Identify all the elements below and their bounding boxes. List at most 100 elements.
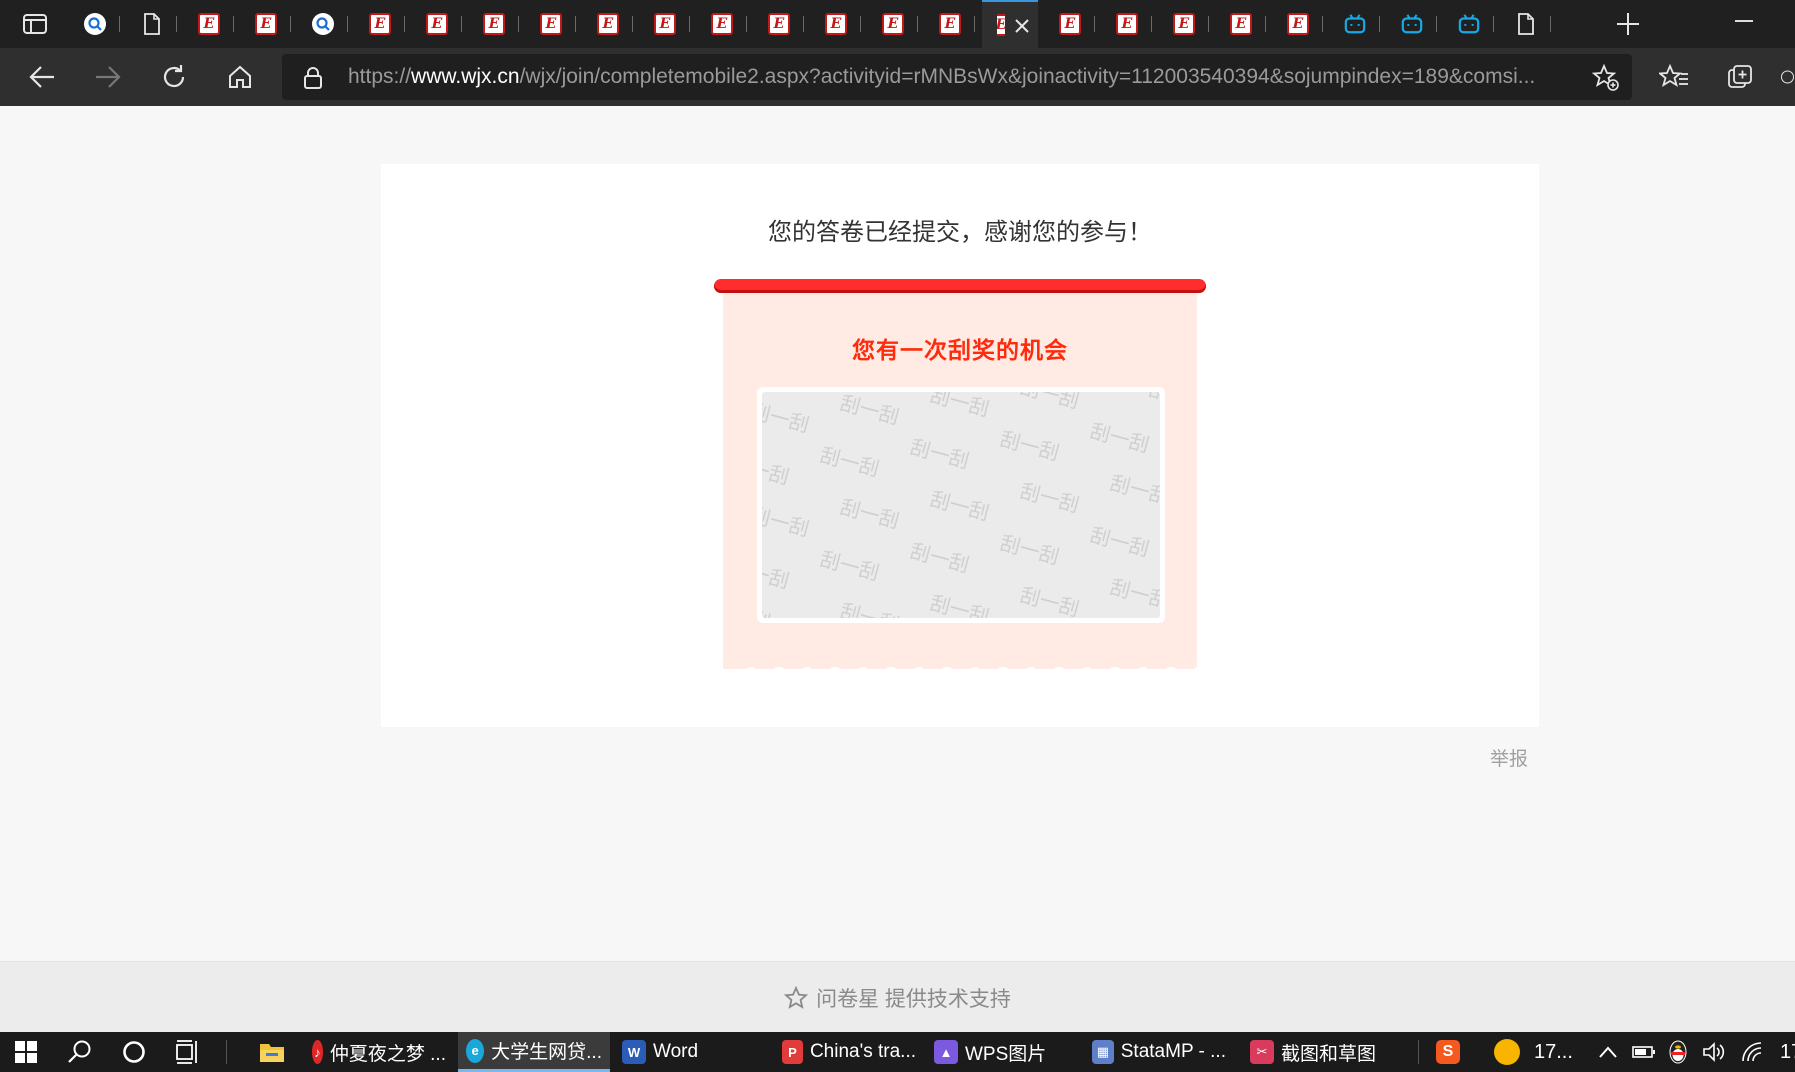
collections-icon xyxy=(1728,65,1752,88)
taskbar-app-label: China's tra... xyxy=(809,1041,916,1062)
forward-button[interactable] xyxy=(92,61,124,93)
favorites-button[interactable] xyxy=(1658,61,1690,93)
scratch-watermark-text: 刮一刮 xyxy=(817,444,882,482)
taskbar-app-button[interactable]: ♪ 仲夏夜之梦 ... xyxy=(304,1032,454,1072)
show-hidden-icons-button[interactable] xyxy=(1598,1032,1618,1072)
browser-tab[interactable]: E xyxy=(754,0,804,48)
task-view-button[interactable] xyxy=(174,1038,202,1066)
url-scheme: https:// xyxy=(348,65,412,88)
browser-tab[interactable]: E xyxy=(697,0,747,48)
taskbar-divider xyxy=(226,1040,227,1064)
browser-tab[interactable]: E xyxy=(241,0,291,48)
taskbar-app-button[interactable]: e 大学生网贷... xyxy=(458,1032,610,1072)
qq-tray-button[interactable] xyxy=(1668,1032,1688,1072)
file-explorer-button[interactable] xyxy=(258,1038,286,1066)
browser-tab[interactable]: E xyxy=(583,0,633,48)
page-icon xyxy=(1515,13,1537,35)
home-icon xyxy=(229,65,251,88)
taskbar-divider-right xyxy=(1418,1040,1419,1064)
start-button[interactable] xyxy=(12,1038,40,1066)
e-logo-icon: E xyxy=(369,13,391,35)
e-logo-icon: E xyxy=(198,13,220,35)
browser-tab[interactable]: E xyxy=(1216,0,1266,48)
scratch-watermark-text: 刮一刮 xyxy=(927,392,992,422)
browser-tab[interactable]: E xyxy=(1045,0,1095,48)
tab-separator xyxy=(803,16,804,32)
page-icon xyxy=(141,13,163,35)
browser-tab[interactable]: E xyxy=(1273,0,1323,48)
taskbar-app-label: WPS图片 xyxy=(965,1043,1047,1065)
add-favorite-button[interactable] xyxy=(1591,63,1620,97)
e-logo-icon: E xyxy=(483,13,505,35)
browser-tab[interactable]: E xyxy=(925,0,975,48)
back-button[interactable] xyxy=(26,61,58,93)
clock[interactable]: 17 xyxy=(1780,1032,1795,1072)
url-text[interactable]: https://www.wjx.cn/wjx/join/completemobi… xyxy=(348,54,1578,100)
taskbar-app-button[interactable]: ▲ WPS图片 xyxy=(926,1032,1066,1072)
browser-tab[interactable] xyxy=(127,0,177,48)
minimize-button[interactable] xyxy=(1735,20,1753,22)
scratch-watermark-text: 刮一刮 xyxy=(997,532,1062,570)
browser-tab[interactable]: E xyxy=(640,0,690,48)
taskbar-app-button[interactable]: W Word xyxy=(614,1032,714,1072)
ticket-body: 您有一次刮奖的机会 刮一刮 刮一刮 刮一刮 刮一刮 刮一刮 刮一刮 刮一刮 刮一刮 刮一刮 刮一刮… xyxy=(723,287,1197,675)
stata-icon: ▦ xyxy=(1092,1040,1114,1064)
taskbar-app-button[interactable]: ✂ 截图和草图 xyxy=(1242,1032,1392,1072)
taskbar-app-button[interactable]: ▦ StataMP - ... xyxy=(1084,1032,1234,1072)
browser-tab[interactable]: E xyxy=(811,0,861,48)
refresh-button[interactable] xyxy=(158,61,190,93)
tab-separator xyxy=(1151,16,1152,32)
browser-tab[interactable] xyxy=(70,0,120,48)
lock-icon[interactable] xyxy=(302,66,324,95)
close-tab-icon[interactable] xyxy=(1012,16,1032,36)
profile-button[interactable] xyxy=(1780,61,1795,93)
powered-by-text[interactable]: 问卷星 提供技术支持 xyxy=(816,983,1011,1013)
task-view-icon xyxy=(176,1040,197,1064)
scratch-watermark-text: 刮一刮 xyxy=(762,452,792,490)
e-logo-icon: E xyxy=(825,13,847,35)
tab-separator xyxy=(1550,16,1551,32)
tab-separator xyxy=(1322,16,1323,32)
browser-tab[interactable] xyxy=(1501,0,1551,48)
browser-tab[interactable] xyxy=(1330,0,1380,48)
browser-tab[interactable]: E xyxy=(355,0,405,48)
e-logo-icon: E xyxy=(1173,13,1195,35)
cortana-button[interactable] xyxy=(120,1038,148,1066)
scratch-watermark-text: 刮一刮 xyxy=(817,548,882,586)
browser-tab[interactable]: E xyxy=(868,0,918,48)
browser-tab[interactable]: E xyxy=(469,0,519,48)
tab-actions-menu-button[interactable] xyxy=(22,12,48,36)
browser-tab[interactable]: E xyxy=(1102,0,1152,48)
report-link[interactable]: 举报 xyxy=(1490,744,1528,771)
browser-tab[interactable]: E xyxy=(526,0,576,48)
browser-tab[interactable] xyxy=(298,0,348,48)
scratch-card-area[interactable]: 刮一刮 刮一刮 刮一刮 刮一刮 刮一刮 刮一刮 刮一刮 刮一刮 刮一刮 刮一刮 刮一刮 刮一刮 刮一刮刮… xyxy=(757,387,1165,623)
network-button[interactable] xyxy=(1740,1032,1766,1072)
scratch-coating[interactable]: 刮一刮 刮一刮 刮一刮 刮一刮 刮一刮 刮一刮 刮一刮 刮一刮 刮一刮 刮一刮 刮一刮 刮一刮 刮一刮刮… xyxy=(762,392,1160,618)
tab-separator xyxy=(1436,16,1437,32)
taskbar-app-button[interactable]: P China's tra... xyxy=(774,1032,924,1072)
chevron-up-icon xyxy=(1599,1046,1617,1058)
sogou-input-button[interactable]: S xyxy=(1434,1038,1462,1066)
new-tab-button[interactable] xyxy=(1614,10,1642,38)
weather-widget[interactable]: 17... xyxy=(1494,1032,1573,1072)
windows-logo-icon xyxy=(15,1041,37,1063)
scratch-watermark-text: 刮一刮 xyxy=(997,428,1062,466)
browser-tab[interactable]: E xyxy=(1159,0,1209,48)
home-button[interactable] xyxy=(224,61,256,93)
completion-card: 您的答卷已经提交，感谢您的参与！ 您有一次刮奖的机会 刮一刮 刮一刮 刮一刮 刮一刮刮… xyxy=(381,164,1539,727)
cortana-circle-icon xyxy=(123,1041,145,1063)
scratch-watermark-text: 刮一刮 xyxy=(907,436,972,474)
windows-taskbar: ♪ 仲夏夜之梦 ... e 大学生网贷... W Word P China's tra... ▲… xyxy=(0,1032,1795,1072)
browser-tab[interactable] xyxy=(1444,0,1494,48)
browser-tab-active[interactable]: E xyxy=(982,0,1038,48)
browser-tab[interactable]: E xyxy=(412,0,462,48)
battery-indicator[interactable] xyxy=(1632,1032,1656,1072)
browser-tab[interactable] xyxy=(1387,0,1437,48)
address-bar[interactable]: https://www.wjx.cn/wjx/join/completemobi… xyxy=(282,54,1632,100)
search-button[interactable] xyxy=(66,1038,94,1066)
collections-button[interactable] xyxy=(1724,61,1756,93)
browser-tab[interactable]: E xyxy=(184,0,234,48)
volume-button[interactable] xyxy=(1702,1032,1726,1072)
e-logo-icon: E xyxy=(882,13,904,35)
